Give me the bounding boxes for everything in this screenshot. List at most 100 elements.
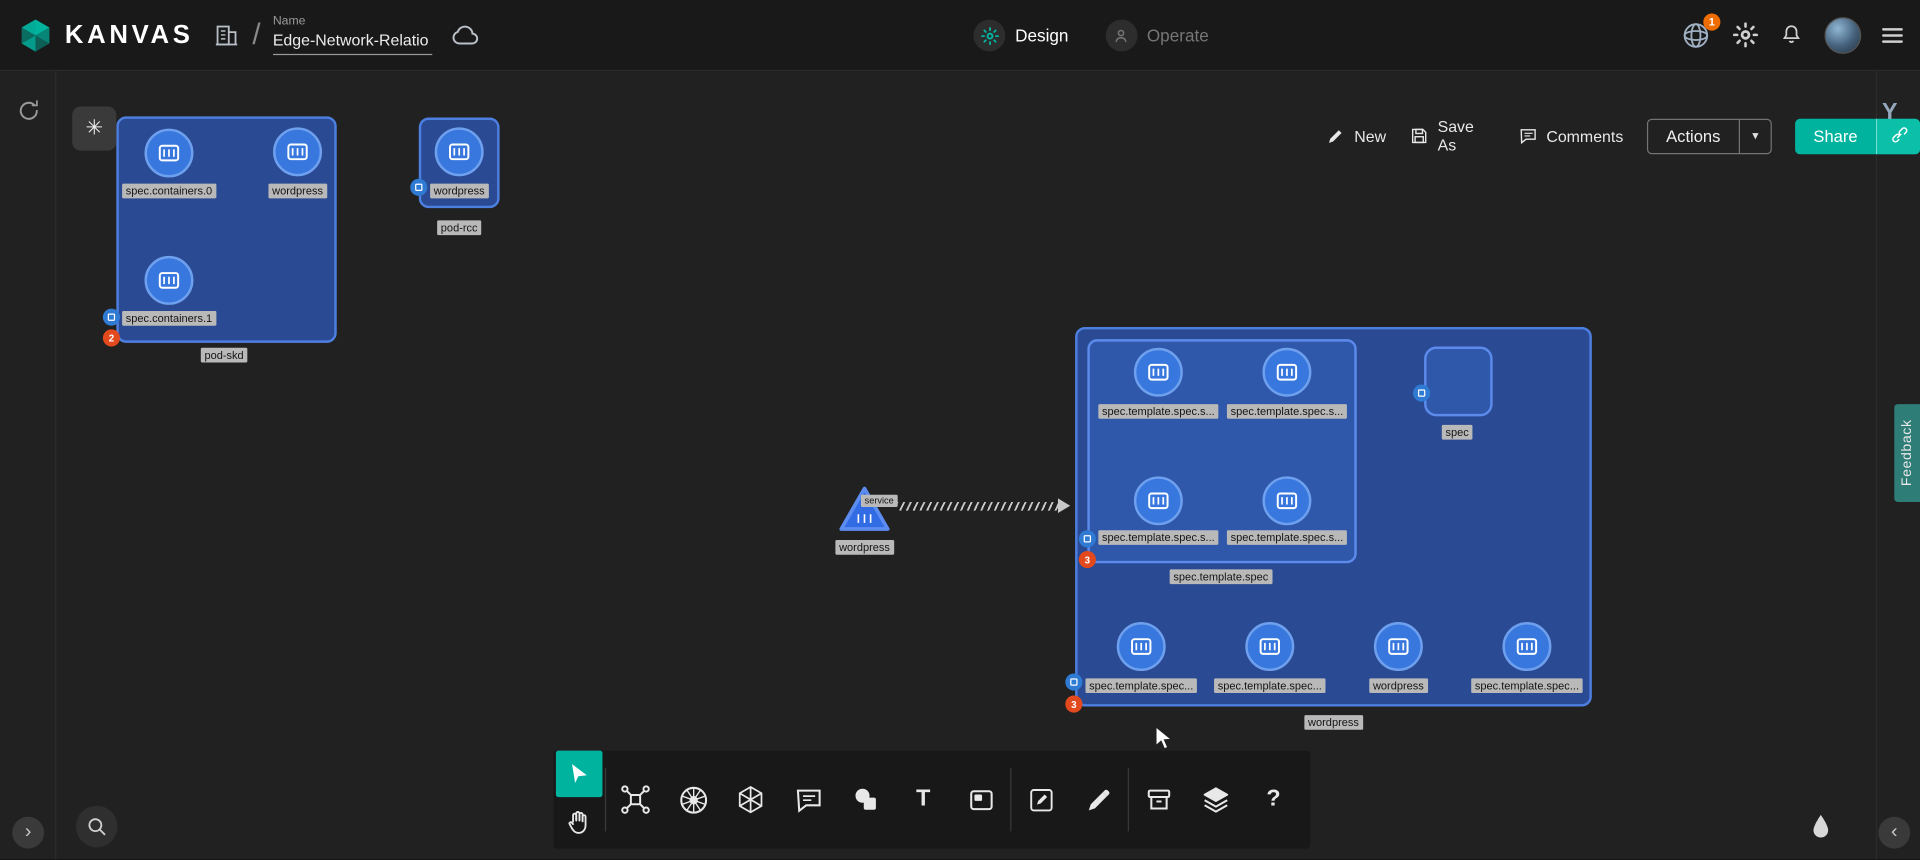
dock-divider: [605, 768, 606, 832]
sync-status-icon[interactable]: [16, 98, 42, 124]
design-name-label: Name: [273, 15, 432, 28]
widgets-flower-button[interactable]: ✳: [72, 107, 116, 151]
pen-tool[interactable]: [1075, 776, 1122, 823]
kubernetes-tool[interactable]: [670, 776, 717, 823]
dock-utility-tools: ?: [1135, 751, 1297, 823]
archive-tool[interactable]: [1135, 776, 1182, 823]
node-wordpress-pod-rcc[interactable]: [435, 127, 484, 176]
feedback-tab[interactable]: Feedback: [1894, 404, 1920, 502]
error-count-badge[interactable]: 3: [1079, 551, 1096, 568]
tab-operate[interactable]: Operate: [1105, 20, 1209, 52]
comments-button[interactable]: Comments: [1518, 126, 1623, 146]
node-label: spec.containers.1: [122, 311, 216, 326]
design-name-field: Name: [273, 15, 432, 55]
actions-split-button[interactable]: Actions ▾: [1647, 118, 1772, 154]
settings-gear-icon[interactable]: [1733, 22, 1759, 48]
node-spec-template-spec-3[interactable]: [1134, 476, 1183, 525]
design-canvas[interactable]: ✳ New Save As: [0, 71, 1920, 860]
node-label: spec.template.spec.s...: [1098, 404, 1218, 419]
right-rail-divider: [1876, 71, 1877, 860]
user-avatar[interactable]: [1824, 17, 1861, 54]
node-spec-containers-0[interactable]: [144, 129, 193, 178]
notifications-bell-icon[interactable]: [1779, 22, 1803, 48]
pan-tool[interactable]: [557, 803, 601, 842]
dock-annotation-tools: [1018, 751, 1122, 823]
meshery-tool[interactable]: [727, 776, 774, 823]
node-wordpress-pod-skd[interactable]: [273, 127, 322, 176]
environment-sphere-icon[interactable]: 1: [1680, 19, 1712, 51]
comment-tool[interactable]: [785, 776, 832, 823]
group-label-wordpress: wordpress: [1304, 715, 1362, 730]
zoom-button[interactable]: [76, 806, 118, 848]
error-count-badge[interactable]: 2: [103, 329, 120, 346]
chevron-left-icon: ‹: [1891, 822, 1898, 844]
shapes-tool[interactable]: [842, 776, 889, 823]
node-bottom-1[interactable]: [1117, 622, 1166, 671]
ink-drop-icon[interactable]: [1810, 813, 1832, 840]
share-split-button[interactable]: Share: [1795, 118, 1920, 154]
kanvas-brand[interactable]: KANVAS: [17, 17, 193, 54]
node-bottom-2[interactable]: [1245, 622, 1294, 671]
actions-button-label[interactable]: Actions: [1648, 119, 1739, 152]
tab-design-label: Design: [1015, 26, 1068, 46]
save-icon: [1409, 126, 1429, 146]
brand-name: KANVAS: [65, 20, 194, 49]
whiteboard-edit-tool[interactable]: [1018, 776, 1065, 823]
new-button-label: New: [1354, 127, 1386, 145]
text-tool[interactable]: T: [900, 776, 947, 823]
pencil-icon: [1326, 126, 1346, 146]
components-tool[interactable]: [612, 776, 659, 823]
group-label-spec-template-spec: spec.template.spec: [1170, 569, 1272, 584]
service-to-deployment-edge[interactable]: [896, 502, 1060, 511]
pod-badge-icon[interactable]: [1079, 530, 1096, 547]
node-label: spec.containers.0: [122, 184, 216, 199]
breadcrumb-separator: /: [252, 18, 260, 52]
notification-count-badge: 1: [1703, 13, 1720, 30]
help-glyph: ?: [1266, 786, 1280, 813]
hamburger-menu-icon[interactable]: [1882, 28, 1903, 43]
comment-icon: [1518, 126, 1538, 146]
save-as-button[interactable]: Save As: [1409, 118, 1494, 155]
partner-y-logo: Y: [1882, 99, 1898, 126]
node-spec-template-spec-2[interactable]: [1262, 348, 1311, 397]
node-label: spec.template.spec...: [1471, 678, 1582, 693]
comments-button-label: Comments: [1546, 127, 1623, 145]
layers-tool[interactable]: [1193, 776, 1240, 823]
node-spec-template-spec-1[interactable]: [1134, 348, 1183, 397]
actions-caret-icon[interactable]: ▾: [1739, 119, 1771, 152]
node-spec-containers-1[interactable]: [144, 256, 193, 305]
organization-icon[interactable]: [213, 21, 240, 48]
node-label: wordpress: [1369, 678, 1427, 693]
node-label: spec.template.spec...: [1214, 678, 1325, 693]
right-panel-expand-button[interactable]: ‹: [1878, 817, 1910, 849]
frame-tool[interactable]: [958, 776, 1005, 823]
design-name-input[interactable]: [273, 31, 432, 55]
canvas-toolbar: New Save As Comments Actions: [1326, 118, 1920, 155]
node-service-triangle[interactable]: [838, 485, 892, 534]
error-count-badge[interactable]: 3: [1065, 696, 1082, 713]
node-spec-template-spec-4[interactable]: [1262, 476, 1311, 525]
node-label-service: wordpress: [835, 540, 893, 555]
select-tool[interactable]: [556, 751, 603, 798]
node-bottom-4[interactable]: [1502, 622, 1551, 671]
dock-component-tools: T: [612, 751, 1004, 823]
cloud-sync-icon[interactable]: [449, 21, 481, 48]
header-right-cluster: 1: [1680, 17, 1903, 54]
dock-select-column: [553, 751, 604, 843]
pod-badge-icon[interactable]: [410, 179, 427, 196]
operate-person-icon: [1105, 20, 1137, 52]
pod-badge-icon[interactable]: [103, 309, 120, 326]
node-label: spec.template.spec.s...: [1098, 530, 1218, 545]
node-label: spec.template.spec...: [1085, 678, 1196, 693]
kanvas-logo-icon: [17, 17, 54, 54]
left-panel-expand-button[interactable]: ›: [12, 817, 44, 849]
node-spec[interactable]: [1424, 347, 1493, 417]
node-bottom-wordpress[interactable]: [1374, 622, 1423, 671]
new-button[interactable]: New: [1326, 126, 1386, 146]
pod-badge-icon[interactable]: [1065, 673, 1082, 690]
tab-design[interactable]: Design: [973, 20, 1068, 52]
pod-badge-icon[interactable]: [1413, 384, 1430, 401]
share-button-label[interactable]: Share: [1795, 118, 1876, 154]
help-tool[interactable]: ?: [1250, 776, 1297, 823]
node-label-spec: spec: [1442, 425, 1473, 440]
